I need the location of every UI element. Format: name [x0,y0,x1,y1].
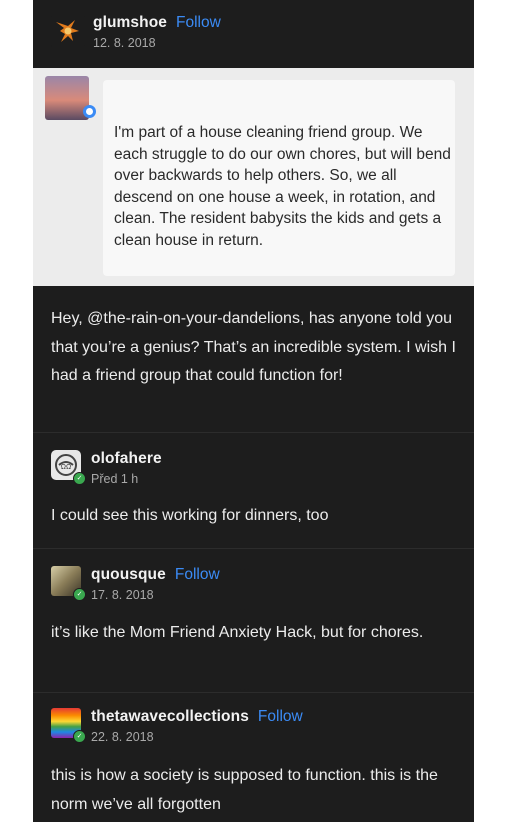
comment-header: ✓ quousque Follow 17. 8. 2018 [51,566,220,602]
rainbow-avatar[interactable]: ✓ [51,708,86,743]
blue-ring-badge-icon [83,105,96,118]
post-author[interactable]: glumshoe [93,14,167,32]
follow-button[interactable]: Follow [176,14,221,32]
follow-button[interactable]: Follow [258,708,303,726]
comment-text: this is how a society is supposed to fun… [51,767,438,813]
comment-author[interactable]: olofahere [91,450,162,468]
reblog-thread: glumshoe Follow 12. 8. 2018 the-rain-on-… [33,0,474,822]
comment-author[interactable]: quousque [91,566,166,584]
comment-header: ✓ thetawavecollections Follow 22. 8. 201… [51,708,303,744]
quousque-avatar[interactable]: ✓ [51,566,86,601]
comment-text: I could see this working for dinners, to… [51,507,329,524]
reply-text: Hey, @the-rain-on-your-dandelions, has a… [51,310,456,384]
quoted-post: the-rain-on-your-dandelions I'm part of … [33,68,474,286]
glumshoe-avatar[interactable] [51,14,85,48]
follow-button[interactable]: Follow [175,566,220,584]
post-date: 12. 8. 2018 [93,36,156,50]
comment-date: Před 1 h [91,472,139,486]
comment-date: 17. 8. 2018 [91,588,154,602]
check-badge-icon: ✓ [73,472,86,485]
comment-text: it’s like the Mom Friend Anxiety Hack, b… [51,624,424,641]
divider [33,432,474,433]
quoted-text: I'm part of a house cleaning friend grou… [114,124,451,249]
svg-text:ΩΩ: ΩΩ [61,464,71,471]
divider [33,548,474,549]
comment-author[interactable]: thetawavecollections [91,708,249,726]
comment-header: ΩΩ ✓ olofahere Před 1 h [51,450,162,486]
check-badge-icon: ✓ [73,588,86,601]
post-header: glumshoe Follow 12. 8. 2018 [51,14,221,50]
check-badge-icon: ✓ [73,730,86,743]
olofahere-avatar[interactable]: ΩΩ ✓ [51,450,86,485]
divider [33,692,474,693]
comment-date: 22. 8. 2018 [91,730,154,744]
